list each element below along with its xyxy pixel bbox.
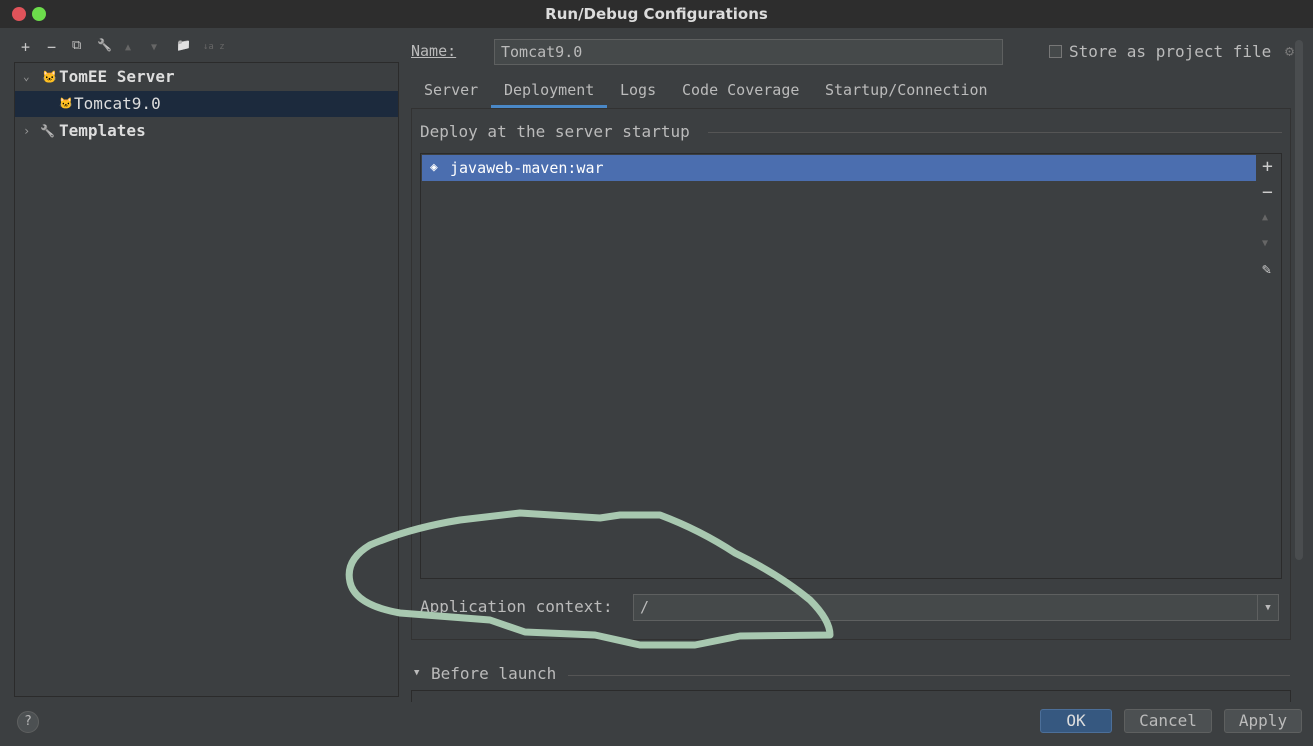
annotation-scribble: [345, 509, 834, 649]
